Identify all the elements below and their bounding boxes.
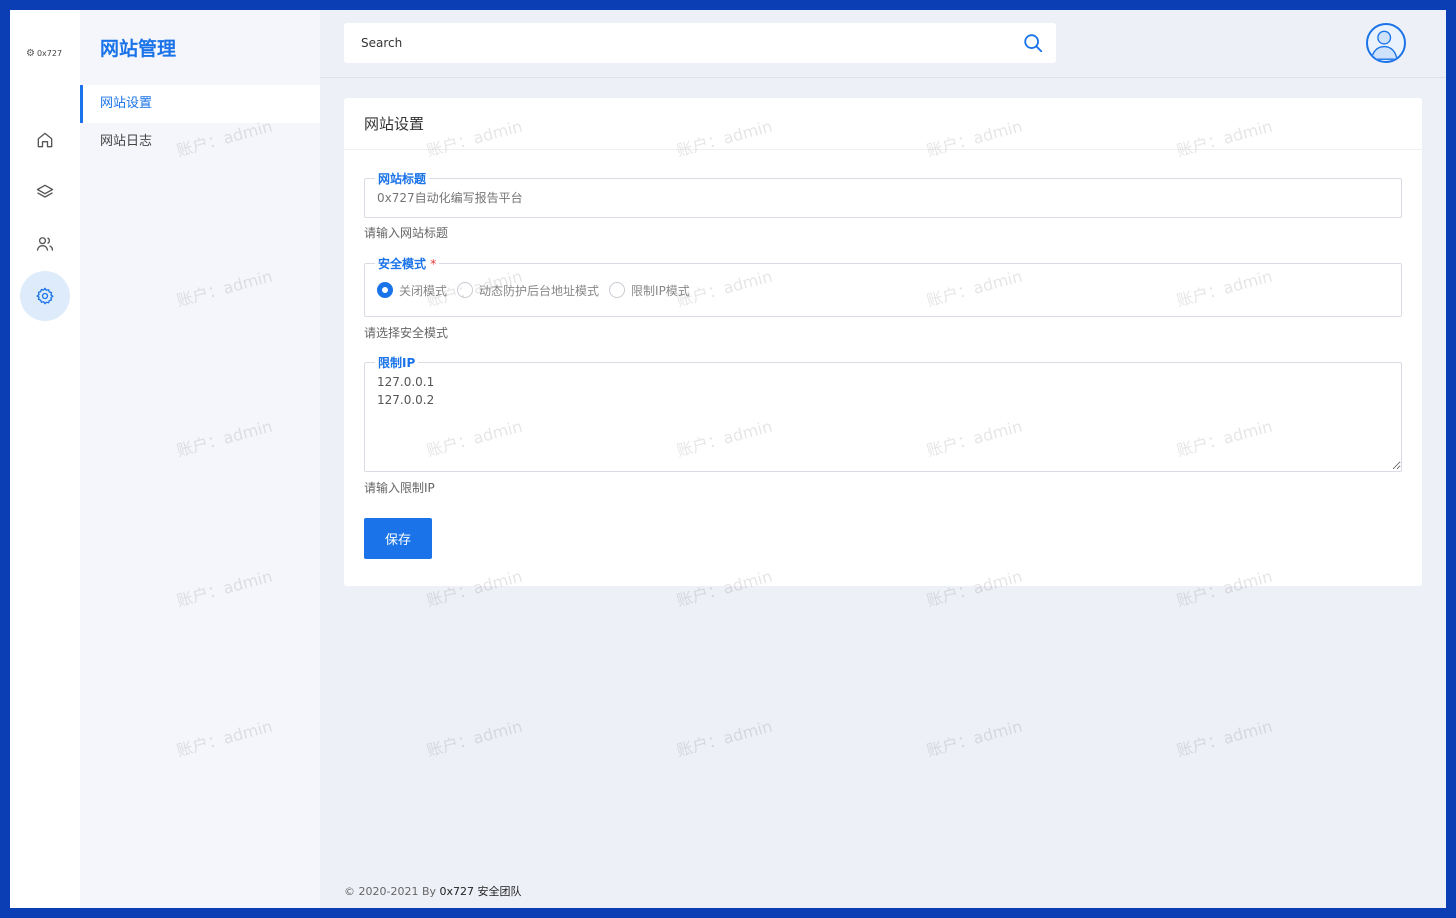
gear-icon bbox=[36, 287, 54, 305]
top-header bbox=[320, 10, 1446, 78]
restrict-ip-textarea[interactable] bbox=[365, 363, 1401, 470]
users-icon bbox=[36, 237, 54, 251]
site-title-fieldset: 网站标题 bbox=[364, 170, 1402, 218]
restrict-ip-help: 请输入限制IP bbox=[364, 481, 435, 495]
footer-copyright: © 2020-2021 By bbox=[344, 885, 440, 898]
watermark-text: 账户：admin bbox=[1174, 716, 1275, 761]
subnav-item-site-logs[interactable]: 网站日志 bbox=[80, 123, 320, 161]
security-mode-radio-group: 关闭模式 动态防护后台地址模式 限制IP模式 bbox=[365, 264, 1401, 316]
radio-checked-icon bbox=[377, 282, 393, 298]
secondary-sidebar: 网站管理 网站设置 网站日志 bbox=[80, 10, 320, 908]
required-mark: * bbox=[430, 257, 437, 271]
subnav-item-site-settings[interactable]: 网站设置 bbox=[80, 85, 320, 123]
radio-restrict-ip-mode[interactable]: 限制IP模式 bbox=[609, 282, 690, 299]
layers-icon bbox=[36, 184, 54, 198]
restrict-ip-legend: 限制IP bbox=[375, 354, 419, 371]
security-mode-fieldset: 安全模式 * 关闭模式 动态防护后台地址模式 限制IP模式 bbox=[364, 255, 1402, 317]
settings-card: 网站设置 网站标题 请输入网站标题 安全模式 * 关闭模式 动态防护后台地址模式 bbox=[344, 98, 1422, 586]
rail-layers-button[interactable] bbox=[20, 167, 70, 217]
footer-team: 0x727 安全团队 bbox=[439, 885, 522, 898]
radio-off-mode[interactable]: 关闭模式 bbox=[377, 282, 447, 299]
avatar[interactable] bbox=[1366, 23, 1406, 63]
restrict-ip-fieldset: 限制IP bbox=[364, 354, 1402, 472]
site-title-legend: 网站标题 bbox=[375, 170, 430, 187]
home-icon bbox=[37, 132, 53, 148]
search-icon[interactable] bbox=[1022, 32, 1044, 54]
search-input[interactable] bbox=[344, 36, 1022, 50]
watermark-text: 账户：admin bbox=[924, 716, 1025, 761]
radio-off-mode-label: 关闭模式 bbox=[399, 283, 448, 298]
icon-rail: ⚙ 0x727 bbox=[10, 10, 80, 908]
security-mode-legend-text: 安全模式 bbox=[378, 257, 427, 271]
logo-gear-icon: ⚙ bbox=[26, 48, 35, 59]
site-title-input[interactable] bbox=[365, 179, 1401, 217]
radio-dynamic-admin-mode-label: 动态防护后台地址模式 bbox=[479, 283, 600, 298]
radio-dynamic-admin-mode[interactable]: 动态防护后台地址模式 bbox=[457, 282, 599, 299]
watermark-text: 账户：admin bbox=[424, 716, 525, 761]
card-title: 网站设置 bbox=[344, 98, 1422, 150]
subnav-title: 网站管理 bbox=[100, 38, 177, 60]
rail-settings-button[interactable] bbox=[20, 271, 70, 321]
app-frame: ⚙ 0x727 网站管理 网站设置 网站日志 网站设置 bbox=[10, 10, 1446, 908]
logo-text: 0x727 bbox=[36, 49, 63, 58]
watermark-text: 账户：admin bbox=[674, 716, 775, 761]
radio-restrict-ip-mode-label: 限制IP模式 bbox=[631, 283, 690, 298]
footer: © 2020-2021 By 0x727 安全团队 bbox=[344, 883, 522, 899]
search-bar bbox=[344, 23, 1056, 63]
site-title-help: 请输入网站标题 bbox=[364, 226, 449, 240]
radio-unchecked-icon bbox=[457, 282, 474, 298]
security-mode-help: 请选择安全模式 bbox=[364, 326, 449, 340]
rail-home-button[interactable] bbox=[20, 115, 70, 165]
logo: ⚙ 0x727 bbox=[26, 48, 62, 59]
radio-unchecked-icon bbox=[609, 282, 626, 298]
security-mode-legend: 安全模式 * bbox=[375, 255, 440, 272]
rail-users-button[interactable] bbox=[20, 219, 70, 269]
user-avatar-icon bbox=[1370, 30, 1398, 60]
save-button[interactable]: 保存 bbox=[364, 518, 432, 559]
